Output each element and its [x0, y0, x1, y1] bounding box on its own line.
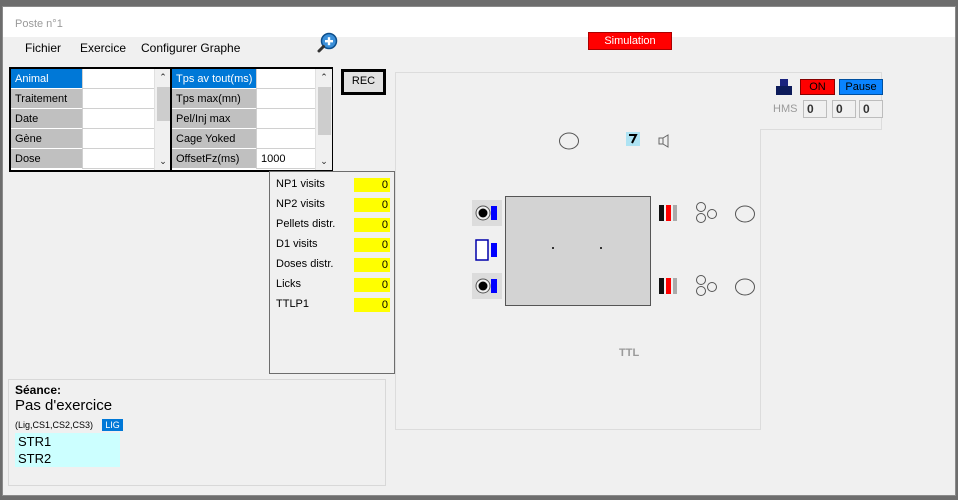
lever-icon — [626, 132, 640, 146]
counter-label-np2: NP2 visits — [276, 198, 325, 210]
scroll-thumb[interactable] — [318, 87, 331, 135]
cage-yoked-field[interactable] — [256, 129, 315, 149]
cs-list-label: (Lig,CS1,CS2,CS3) — [15, 420, 94, 430]
window-title: Poste n°1 — [15, 18, 63, 30]
feeder-1-icon — [659, 205, 677, 221]
counter-value-ttlp1: 0 — [354, 298, 390, 312]
row-label-offsetfz: OffsetFz(ms) — [172, 149, 256, 169]
drinker-icon — [475, 239, 497, 261]
traitement-field[interactable] — [82, 89, 154, 109]
stream-item-str1[interactable]: STR1 — [15, 433, 120, 450]
menu-bar: Fichier Exercice Configurer Graphe — [3, 37, 955, 59]
table-row[interactable]: Pel/Inj max — [172, 109, 317, 129]
table-row[interactable]: Tps max(mn) — [172, 89, 317, 109]
menu-exercice[interactable]: Exercice — [80, 41, 126, 55]
pellets-1-icon — [696, 202, 717, 223]
nosepoke-1-icon — [472, 200, 502, 226]
row-label-traitement: Traitement — [11, 89, 82, 109]
animal-field[interactable] — [82, 69, 154, 89]
scroll-up-icon[interactable]: ⌃ — [316, 69, 332, 85]
counter-label-doses: Doses distr. — [276, 258, 334, 270]
row-label-date: Date — [11, 109, 82, 129]
simulation-button[interactable]: Simulation — [588, 32, 672, 50]
cage-marker — [600, 247, 602, 249]
zoom-in-icon[interactable] — [317, 31, 339, 53]
parameters-table: Tps av tout(ms) Tps max(mn) Pel/Inj max … — [170, 67, 333, 172]
scrollbar[interactable]: ⌃ ⌄ — [315, 69, 332, 170]
on-button[interactable]: ON — [800, 79, 835, 95]
hms-label: HMS — [773, 103, 798, 115]
counter-value-doses: 0 — [354, 258, 390, 272]
table-row[interactable]: Traitement — [11, 89, 156, 109]
scroll-down-icon[interactable]: ⌄ — [155, 153, 171, 169]
counter-label-np1: NP1 visits — [276, 178, 325, 190]
table-row[interactable]: Tps av tout(ms) — [172, 69, 317, 89]
user-icon — [776, 79, 792, 95]
date-field[interactable] — [82, 109, 154, 129]
animal-info-table: Animal Traitement Date Gène Dose ⌃ ⌄ — [9, 67, 172, 172]
house-light-icon — [559, 132, 579, 150]
table-row[interactable]: OffsetFz(ms) 1000 — [172, 149, 317, 169]
speaker-icon — [658, 134, 669, 148]
counter-value-np2: 0 — [354, 198, 390, 212]
seance-exercise: Pas d'exercice — [15, 397, 113, 414]
cage-panel: TTL — [395, 72, 761, 430]
tps-av-tout-field[interactable] — [256, 69, 315, 89]
seconds-field[interactable]: 0 — [859, 100, 883, 118]
pel-inj-max-field[interactable] — [256, 109, 315, 129]
dose-field[interactable] — [82, 149, 154, 169]
counter-label-licks: Licks — [276, 278, 302, 290]
ttl-label: TTL — [619, 347, 640, 359]
table-row[interactable]: Gène — [11, 129, 156, 149]
row-label-tps-av-tout: Tps av tout(ms) — [172, 69, 256, 89]
seance-title: Séance: — [15, 383, 62, 397]
cage-box — [505, 196, 651, 306]
minutes-field[interactable]: 0 — [832, 100, 856, 118]
rec-button[interactable]: REC — [341, 69, 386, 95]
table-row[interactable]: Cage Yoked — [172, 129, 317, 149]
row-label-animal: Animal — [11, 69, 82, 89]
counter-value-np1: 0 — [354, 178, 390, 192]
nosepoke-2-icon — [472, 273, 502, 299]
row-label-cage-yoked: Cage Yoked — [172, 129, 256, 149]
lig-badge[interactable]: LIG — [102, 419, 123, 431]
scroll-down-icon[interactable]: ⌄ — [316, 153, 332, 169]
row-label-pel-inj-max: Pel/Inj max — [172, 109, 256, 129]
cage-marker — [552, 247, 554, 249]
row-label-gene: Gène — [11, 129, 82, 149]
counter-label-d1: D1 visits — [276, 238, 318, 250]
stream-item-str2[interactable]: STR2 — [15, 450, 120, 467]
hours-field[interactable]: 0 — [803, 100, 827, 118]
counter-value-pellets: 0 — [354, 218, 390, 232]
row-label-dose: Dose — [11, 149, 82, 169]
light-1-icon — [735, 205, 755, 223]
counters-panel: NP1 visits 0 NP2 visits 0 Pellets distr.… — [269, 171, 395, 374]
seance-panel: Séance: Pas d'exercice (Lig,CS1,CS2,CS3)… — [8, 379, 386, 486]
light-2-icon — [735, 278, 755, 296]
title-bar: Poste n°1 — [3, 7, 955, 37]
scroll-thumb[interactable] — [157, 87, 170, 121]
table-row[interactable]: Animal — [11, 69, 156, 89]
scroll-up-icon[interactable]: ⌃ — [155, 69, 171, 85]
menu-fichier[interactable]: Fichier — [25, 41, 61, 55]
pause-button[interactable]: Pause — [839, 79, 883, 95]
scrollbar[interactable]: ⌃ ⌄ — [154, 69, 171, 170]
counter-label-pellets: Pellets distr. — [276, 218, 336, 230]
menu-configurer-graphe[interactable]: Configurer Graphe — [141, 41, 240, 55]
table-row[interactable]: Dose — [11, 149, 156, 169]
tps-max-field[interactable] — [256, 89, 315, 109]
pellets-2-icon — [696, 275, 717, 296]
feeder-2-icon — [659, 278, 677, 294]
table-row[interactable]: Date — [11, 109, 156, 129]
row-label-tps-max: Tps max(mn) — [172, 89, 256, 109]
counter-label-ttlp1: TTLP1 — [276, 298, 310, 310]
counter-value-licks: 0 — [354, 278, 390, 292]
counter-value-d1: 0 — [354, 238, 390, 252]
offsetfz-field[interactable]: 1000 — [256, 149, 315, 169]
gene-field[interactable] — [82, 129, 154, 149]
